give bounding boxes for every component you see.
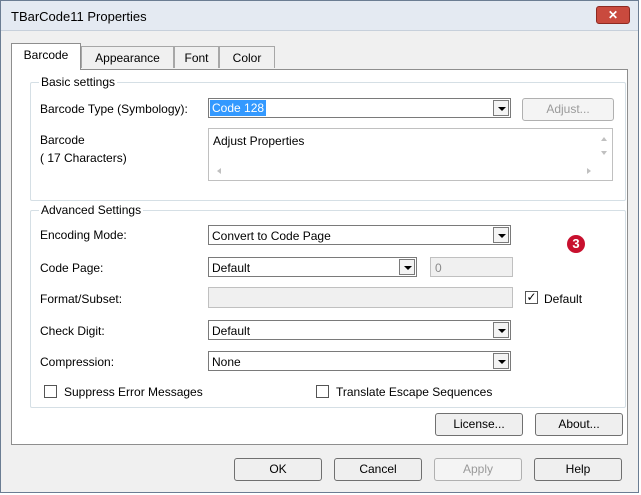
scroll-left-icon[interactable]	[217, 168, 221, 174]
close-icon: ✕	[607, 8, 619, 22]
tab-barcode[interactable]: Barcode	[11, 43, 81, 70]
encoding-mode-label: Encoding Mode:	[40, 228, 127, 242]
chevron-down-icon[interactable]	[493, 100, 509, 116]
adjust-button[interactable]: Adjust...	[522, 98, 614, 121]
encoding-mode-select[interactable]: Convert to Code Page	[208, 225, 511, 245]
code-page-label: Code Page:	[40, 261, 104, 275]
encoding-mode-value: Convert to Code Page	[212, 229, 331, 243]
horizontal-scrollbar[interactable]	[209, 164, 595, 180]
properties-dialog: TBarCode11 Properties ✕ Barcode Appearan…	[0, 0, 639, 493]
check-digit-value: Default	[212, 324, 251, 338]
tab-label: Font	[184, 51, 209, 65]
barcode-type-value: Code 128	[210, 100, 267, 116]
help-button-label: Help	[565, 462, 591, 476]
help-button[interactable]: Help	[534, 458, 622, 481]
translate-escape-checkbox[interactable]	[316, 385, 329, 398]
translate-escape-label: Translate Escape Sequences	[336, 385, 493, 399]
barcode-data-textarea[interactable]: Adjust Properties	[208, 128, 613, 181]
tab-font[interactable]: Font	[174, 46, 219, 68]
tab-appearance[interactable]: Appearance	[81, 46, 174, 68]
barcode-label: Barcode	[40, 133, 85, 147]
vertical-scrollbar[interactable]	[595, 129, 612, 164]
adjust-button-label: Adjust...	[546, 102, 590, 116]
format-default-label: Default	[544, 292, 583, 306]
format-subset-field[interactable]	[208, 287, 513, 308]
compression-value: None	[212, 355, 241, 369]
check-digit-select[interactable]: Default	[208, 320, 511, 340]
compression-select[interactable]: None	[208, 351, 511, 371]
barcode-data-text: Adjust Properties	[213, 134, 305, 148]
suppress-errors-checkbox[interactable]	[44, 385, 57, 398]
apply-button-label: Apply	[462, 462, 494, 476]
chevron-down-icon[interactable]	[399, 259, 415, 275]
cancel-button[interactable]: Cancel	[334, 458, 422, 481]
about-button-label: About...	[558, 417, 600, 431]
code-page-select[interactable]: Default	[208, 257, 417, 277]
license-button[interactable]: License...	[435, 413, 523, 436]
cancel-button-label: Cancel	[359, 462, 397, 476]
barcode-tab-panel: Basic settings Barcode Type (Symbology):…	[11, 69, 628, 445]
basic-settings-legend: Basic settings	[39, 75, 118, 89]
check-digit-label: Check Digit:	[40, 324, 105, 338]
scroll-down-icon[interactable]	[601, 151, 607, 155]
ok-button-label: OK	[269, 462, 287, 476]
code-page-number-field[interactable]: 0	[430, 257, 513, 277]
apply-button[interactable]: Apply	[434, 458, 522, 481]
ok-button[interactable]: OK	[234, 458, 322, 481]
chevron-down-icon[interactable]	[493, 322, 509, 338]
close-button[interactable]: ✕	[596, 6, 630, 24]
barcode-type-label: Barcode Type (Symbology):	[40, 102, 188, 116]
about-button[interactable]: About...	[535, 413, 623, 436]
scroll-right-icon[interactable]	[587, 168, 591, 174]
code-page-value: Default	[212, 261, 251, 275]
tab-color[interactable]: Color	[219, 46, 275, 68]
advanced-settings-legend: Advanced Settings	[39, 203, 144, 217]
tab-label: Appearance	[95, 51, 160, 65]
format-subset-label: Format/Subset:	[40, 292, 123, 306]
title-bar[interactable]: TBarCode11 Properties ✕	[1, 1, 638, 31]
code-page-number-value: 0	[435, 261, 442, 275]
scroll-up-icon[interactable]	[601, 137, 607, 141]
step-number-badge: 3	[567, 235, 585, 253]
tab-label: Color	[232, 51, 262, 65]
compression-label: Compression:	[40, 355, 115, 369]
chevron-down-icon[interactable]	[493, 353, 509, 369]
license-button-label: License...	[453, 417, 505, 431]
chevron-down-icon[interactable]	[493, 227, 509, 243]
character-count-label: ( 17 Characters)	[40, 151, 127, 165]
tab-label: Barcode	[23, 48, 69, 62]
format-default-checkbox[interactable]: ✓	[525, 291, 538, 304]
barcode-type-select[interactable]: Code 128	[208, 98, 511, 118]
suppress-errors-label: Suppress Error Messages	[64, 385, 203, 399]
window-title: TBarCode11 Properties	[11, 9, 147, 24]
